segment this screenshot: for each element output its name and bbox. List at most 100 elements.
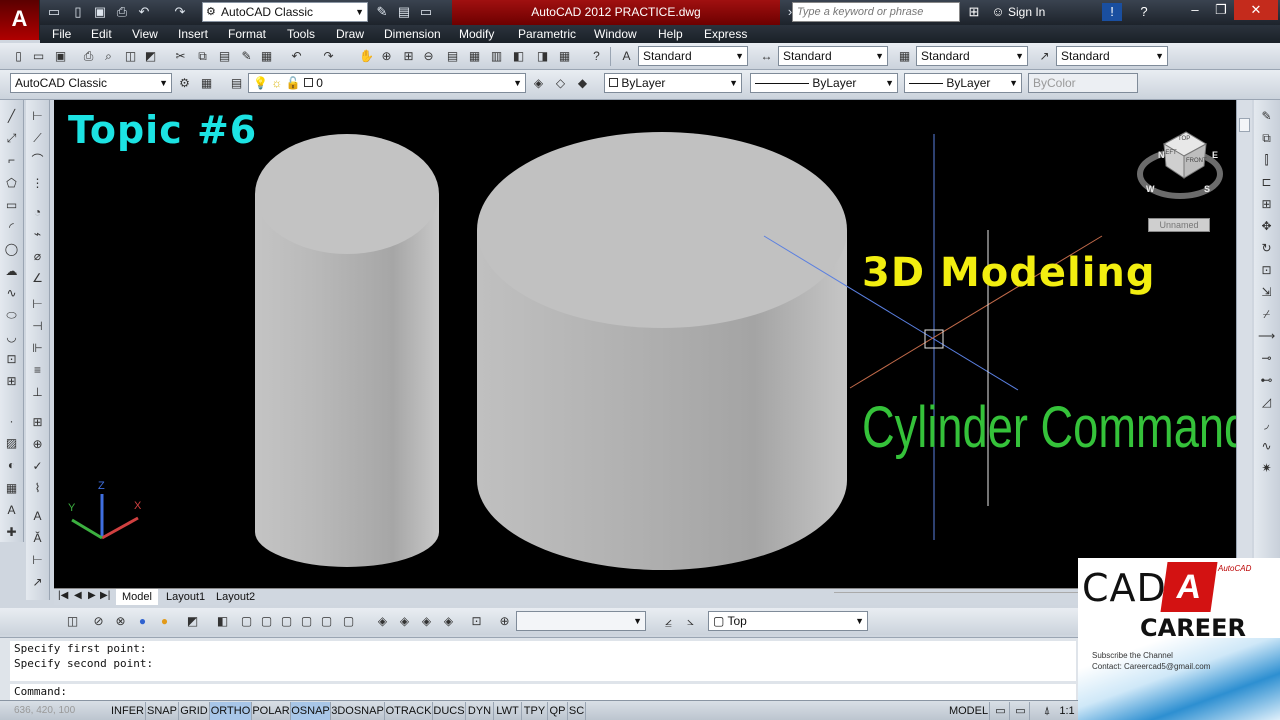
hatch-icon[interactable]: ▨ — [3, 435, 20, 452]
ne-iso-icon[interactable]: ◈ — [418, 613, 435, 630]
menu-view[interactable]: View — [132, 27, 158, 41]
color-select[interactable]: ByLayer ▼ — [604, 73, 742, 93]
dim-arc-icon[interactable]: ⌒ — [29, 152, 46, 169]
sheet-set-icon[interactable]: ◧ — [510, 48, 527, 65]
menu-modify[interactable]: Modify — [459, 27, 494, 41]
dim-style-icon[interactable]: ↔ — [758, 48, 775, 65]
menu-edit[interactable]: Edit — [91, 27, 112, 41]
status-lwt[interactable]: LWT — [494, 702, 522, 720]
status-qp[interactable]: QP — [548, 702, 568, 720]
status-infer[interactable]: INFER — [110, 702, 146, 720]
menu-tools[interactable]: Tools — [287, 27, 315, 41]
next-tab-icon[interactable]: ▶ — [88, 590, 96, 601]
menu-draw[interactable]: Draw — [336, 27, 364, 41]
annotation-scale-icon[interactable]: ⍋ — [1040, 702, 1054, 720]
dim-style-icon[interactable]: ↗ — [29, 574, 46, 591]
quick-view-drawings-icon[interactable]: ▭ — [1012, 702, 1030, 720]
trim-icon[interactable]: ⌿ — [1258, 306, 1275, 323]
new-icon[interactable]: ▯ — [10, 48, 27, 65]
workspace-icon[interactable]: ▦ — [198, 75, 215, 92]
menu-file[interactable]: File — [52, 27, 71, 41]
plot-icon[interactable]: ⎙ — [80, 48, 97, 65]
dim-style-select[interactable]: Standard ▼ — [778, 46, 888, 66]
left-view-icon[interactable]: ▢ — [278, 613, 295, 630]
status-osnap[interactable]: OSNAP — [291, 702, 331, 720]
dim-continue-icon[interactable]: ⊩ — [29, 340, 46, 357]
back-view-icon[interactable]: ▢ — [340, 613, 357, 630]
rotate-icon[interactable]: ↻ — [1258, 240, 1275, 257]
publish-icon[interactable]: ◫ — [122, 48, 139, 65]
paste-icon[interactable]: ▤ — [216, 48, 233, 65]
command-input[interactable]: Command: — [10, 684, 1076, 700]
copy-icon[interactable]: ⧉ — [194, 48, 211, 65]
help-icon[interactable]: ? — [1134, 3, 1154, 21]
line-icon[interactable]: ╱ — [3, 108, 20, 125]
make-current-icon[interactable]: ◈ — [530, 75, 547, 92]
status-sc[interactable]: SC — [568, 702, 586, 720]
table-style-select[interactable]: Standard ▼ — [916, 46, 1028, 66]
dim-edit-icon[interactable]: A — [29, 508, 46, 525]
status-snap[interactable]: SNAP — [146, 702, 179, 720]
erase-icon[interactable]: ✎ — [1258, 108, 1275, 125]
status-model[interactable]: MODEL — [948, 702, 990, 720]
layer-icon[interactable]: ▤ — [396, 4, 412, 20]
user-icon[interactable]: ☺ — [988, 3, 1008, 21]
match-properties-icon[interactable]: ✎ — [238, 48, 255, 65]
explode-icon[interactable]: ✷ — [1258, 460, 1275, 477]
camera-icon[interactable]: ⊡ — [468, 613, 485, 630]
array-icon[interactable]: ⊞ — [1258, 196, 1275, 213]
exclamation-icon[interactable]: ! — [1102, 3, 1122, 21]
ellipse-icon[interactable]: ⬭ — [3, 307, 20, 324]
tool-palettes-icon[interactable]: ▥ — [488, 48, 505, 65]
dim-angular-icon[interactable]: ∠ — [29, 270, 46, 287]
polyline-icon[interactable]: ⌐ — [3, 152, 20, 169]
circle-icon[interactable]: ◯ — [3, 241, 20, 258]
viewcube-ucs-menu[interactable]: Unnamed — [1148, 218, 1210, 232]
mtext-icon[interactable]: A — [3, 502, 20, 519]
table-icon[interactable]: ▦ — [3, 480, 20, 497]
pan-icon[interactable]: ✋ — [358, 48, 375, 65]
quick-dim-icon[interactable]: ⊢ — [29, 296, 46, 313]
mleader-style-select[interactable]: Standard ▼ — [1056, 46, 1168, 66]
lineweight-select[interactable]: ByLayer ▼ — [904, 73, 1022, 93]
text-style-select[interactable]: Standard ▼ — [638, 46, 748, 66]
layer-properties-icon[interactable]: ▤ — [228, 75, 245, 92]
make-block-icon[interactable]: ⊞ — [3, 373, 20, 390]
3d-dwf-icon[interactable]: ◩ — [142, 48, 159, 65]
insert-block-icon[interactable]: ⊡ — [3, 351, 20, 368]
named-views-icon[interactable]: ◧ — [214, 613, 231, 630]
undo-icon[interactable]: ↶ — [136, 4, 152, 20]
menu-window[interactable]: Window — [594, 27, 637, 41]
nw-iso-icon[interactable]: ◈ — [440, 613, 457, 630]
cylinder-large[interactable] — [477, 132, 847, 570]
inspect-icon[interactable]: ✓ — [29, 458, 46, 475]
ellipse-arc-icon[interactable]: ◡ — [3, 329, 20, 346]
binoculars-icon[interactable]: ⊞ — [964, 3, 984, 21]
menu-parametric[interactable]: Parametric — [518, 27, 576, 41]
annotation-scale[interactable]: 1:1 — [1056, 702, 1078, 720]
design-center-icon[interactable]: ▦ — [466, 48, 483, 65]
status-tpy[interactable]: TPY — [522, 702, 548, 720]
redo-icon[interactable]: ↷ — [320, 48, 337, 65]
last-tab-icon[interactable]: ▶| — [100, 590, 110, 601]
close-button[interactable]: ✕ — [1234, 0, 1278, 20]
table-style-icon[interactable]: ▦ — [896, 48, 913, 65]
application-menu-button[interactable]: A — [0, 0, 40, 40]
cylinder-small[interactable] — [255, 134, 439, 567]
vertical-scrollbar[interactable] — [1236, 100, 1252, 558]
prev-tab-icon[interactable]: ◀ — [74, 590, 82, 601]
markup-icon[interactable]: ◨ — [534, 48, 551, 65]
zoom-window-icon[interactable]: ⊞ — [400, 48, 417, 65]
minimize-button[interactable]: – — [1182, 0, 1208, 20]
plotstyle-select[interactable]: ByColor — [1028, 73, 1138, 93]
blend-icon[interactable]: ∿ — [1258, 438, 1275, 455]
drawing-area[interactable]: TOP LEFT FRONT N W S E Unnamed Z X Y Top… — [54, 100, 1236, 588]
dim-linear-icon[interactable]: ⊢ — [29, 108, 46, 125]
named-view-select[interactable]: ▼ — [516, 611, 646, 631]
page-icon[interactable]: ▭ — [418, 4, 434, 20]
tab-layout1[interactable]: Layout1 — [160, 589, 211, 605]
copy-object-icon[interactable]: ⧉ — [1258, 130, 1275, 147]
dim-jogged-icon[interactable]: ⌁ — [29, 226, 46, 243]
join-icon[interactable]: ⊷ — [1258, 372, 1275, 389]
save-icon[interactable]: ▣ — [92, 4, 108, 20]
